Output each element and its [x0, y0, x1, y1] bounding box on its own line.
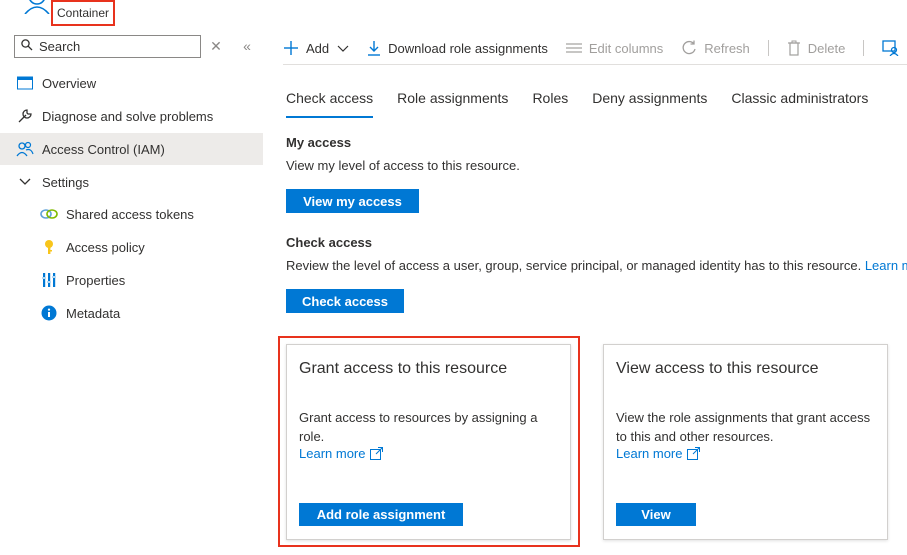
collapse-sidebar-icon[interactable]: « — [240, 38, 254, 54]
search-placeholder: Search — [39, 39, 81, 54]
sidebar-item-label: Access policy — [66, 239, 145, 255]
sidebar-item-settings[interactable]: Settings — [0, 166, 263, 198]
user-icon — [24, 0, 50, 15]
search-icon — [21, 39, 33, 54]
command-bar: Add Download role assignments Edit colum… — [283, 33, 907, 63]
check-access-desc: Review the level of access a user, group… — [286, 258, 862, 273]
sidebar-item-label: Diagnose and solve problems — [42, 108, 214, 124]
download-label: Download role assignments — [388, 40, 548, 56]
people-icon — [15, 139, 35, 159]
overview-icon — [15, 73, 35, 93]
tab-role-assignments[interactable]: Role assignments — [397, 90, 508, 118]
plus-icon — [283, 40, 299, 56]
card-desc: Grant access to resources by assigning a… — [299, 408, 537, 446]
sidebar-item-metadata[interactable]: Metadata — [0, 297, 263, 329]
card-desc-line: to this and other resources. — [616, 429, 774, 444]
edit-columns-button[interactable]: Edit columns — [565, 40, 664, 56]
tab-deny-assignments[interactable]: Deny assignments — [592, 90, 707, 118]
my-access-title: My access — [286, 135, 352, 150]
card-desc: View the role assignments that grant acc… — [616, 408, 870, 446]
my-access-desc: View my level of access to this resource… — [286, 158, 520, 173]
check-access-title: Check access — [286, 235, 373, 250]
check-access-button[interactable]: Check access — [286, 289, 404, 313]
sidebar-item-label: Shared access tokens — [66, 206, 194, 222]
delete-button[interactable]: Delete — [787, 40, 846, 56]
toolbar-divider — [283, 64, 907, 65]
chevron-down-icon — [337, 41, 349, 56]
learn-more-link[interactable]: Learn more — [616, 446, 701, 461]
learn-more-label: Learn more — [299, 446, 366, 461]
sidebar-item-diagnose[interactable]: Diagnose and solve problems — [0, 100, 263, 132]
tab-list: Check access Role assignments Roles Deny… — [286, 90, 892, 118]
sidebar-item-label: Overview — [42, 75, 97, 91]
view-my-access-button[interactable]: View my access — [286, 189, 419, 213]
card-desc-line: View the role assignments that grant acc… — [616, 410, 871, 425]
sidebar-item-label: Settings — [42, 174, 89, 190]
resource-type-label: Container — [51, 0, 115, 26]
external-link-icon — [687, 447, 701, 460]
sidebar-item-properties[interactable]: Properties — [0, 264, 263, 296]
feedback-icon — [882, 40, 900, 56]
chevron-down-icon — [15, 172, 35, 192]
add-role-assignment-button[interactable]: Add role assignment — [299, 503, 463, 526]
grant-access-card: Grant access to this resource Grant acce… — [286, 344, 571, 540]
view-button[interactable]: View — [616, 503, 696, 526]
tab-classic-administrators[interactable]: Classic administrators — [731, 90, 868, 118]
properties-icon — [39, 270, 59, 290]
toolbar-divider — [863, 40, 865, 56]
learn-more-link[interactable]: Learn more — [299, 446, 384, 461]
sidebar-item-label: Access Control (IAM) — [42, 141, 165, 157]
key-icon — [39, 237, 59, 257]
tab-check-access[interactable]: Check access — [286, 90, 374, 118]
download-role-assignments-button[interactable]: Download role assignments — [367, 40, 548, 56]
feedback-button[interactable] — [882, 40, 907, 56]
wrench-icon — [15, 106, 35, 126]
delete-label: Delete — [807, 40, 846, 56]
external-link-icon — [370, 447, 384, 460]
sidebar-item-label: Properties — [66, 272, 126, 288]
trash-icon — [787, 40, 801, 56]
search-input[interactable]: Search — [14, 35, 201, 58]
clear-search-icon[interactable]: ✕ — [209, 38, 223, 54]
add-label: Add — [306, 40, 330, 56]
info-icon — [39, 303, 59, 323]
card-desc-line: Grant access to resources by assigning a — [299, 410, 538, 425]
toolbar-divider — [767, 40, 769, 56]
refresh-icon — [681, 40, 697, 56]
sidebar-item-label: Metadata — [66, 305, 121, 321]
view-access-card: View access to this resource View the ro… — [603, 344, 888, 540]
sidebar-item-access-policy[interactable]: Access policy — [0, 231, 263, 263]
tab-roles[interactable]: Roles — [532, 90, 568, 118]
columns-icon — [565, 42, 582, 54]
link-icon — [39, 204, 59, 224]
card-title: View access to this resource — [616, 360, 819, 377]
card-title: Grant access to this resource — [299, 360, 508, 377]
learn-more-link[interactable]: Learn mo — [865, 258, 907, 273]
edit-columns-label: Edit columns — [588, 40, 664, 56]
card-desc-line: role. — [299, 429, 325, 444]
refresh-label: Refresh — [704, 40, 750, 56]
sidebar-item-overview[interactable]: Overview — [0, 67, 263, 99]
sidebar-item-shared-access-tokens[interactable]: Shared access tokens — [0, 198, 263, 230]
refresh-button[interactable]: Refresh — [681, 40, 750, 56]
download-icon — [367, 40, 381, 56]
learn-more-label: Learn more — [616, 446, 683, 461]
add-button[interactable]: Add — [283, 40, 349, 56]
check-access-desc-row: Review the level of access a user, group… — [286, 258, 907, 273]
sidebar-item-access-control[interactable]: Access Control (IAM) — [0, 133, 263, 165]
